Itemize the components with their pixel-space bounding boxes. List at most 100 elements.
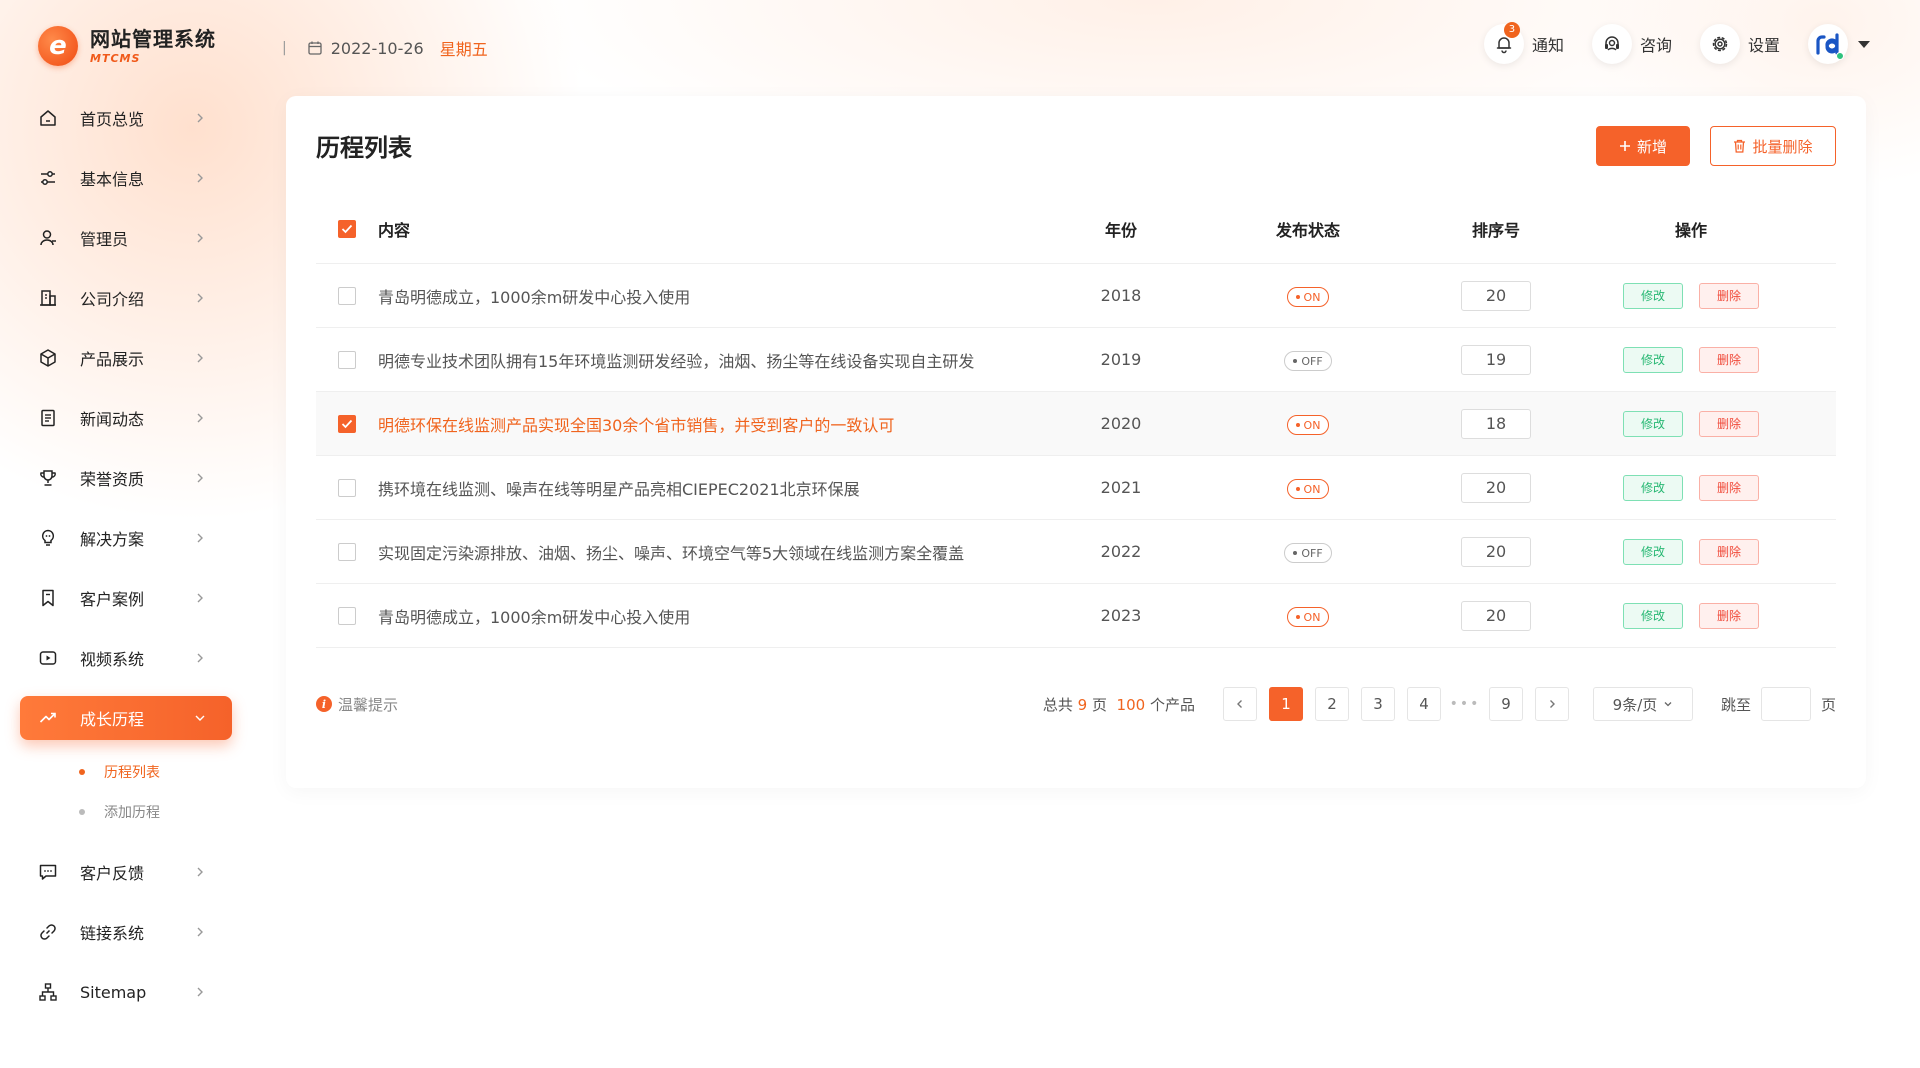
- chevron-down-icon: [195, 715, 205, 721]
- column-header-order: 排序号: [1471, 220, 1520, 240]
- order-input[interactable]: [1461, 408, 1531, 439]
- delete-button[interactable]: 删除: [1699, 474, 1759, 501]
- info-icon: i: [316, 696, 332, 712]
- table-row-selected: 明德环保在线监测产品实现全国30余个省市销售，并受到客户的一致认可 2020 O…: [316, 392, 1836, 456]
- next-page-button[interactable]: [1534, 687, 1569, 721]
- check-icon: [341, 419, 353, 428]
- tuning-icon: [41, 171, 55, 185]
- order-input[interactable]: [1461, 600, 1531, 631]
- jump-label: 跳至: [1720, 695, 1751, 714]
- settings-button[interactable]: 设置: [1699, 24, 1780, 64]
- chevron-down-icon: [1664, 702, 1672, 707]
- edit-button[interactable]: 修改: [1623, 282, 1683, 309]
- order-input[interactable]: [1461, 536, 1531, 567]
- jump-page-input[interactable]: [1760, 687, 1811, 721]
- edit-button[interactable]: 修改: [1623, 538, 1683, 565]
- user-menu[interactable]: [1808, 24, 1870, 64]
- sidebar-item-company[interactable]: 公司介绍: [20, 276, 232, 320]
- sidebar-subitem-history-list[interactable]: 历程列表: [20, 752, 232, 792]
- delete-button[interactable]: 删除: [1699, 410, 1759, 437]
- lightbulb-icon: [41, 529, 55, 546]
- batch-delete-label: 批量删除: [1752, 138, 1813, 156]
- sidebar-item-solutions[interactable]: 解决方案: [20, 516, 232, 560]
- sidebar-item-sitemap[interactable]: Sitemap: [20, 970, 232, 1014]
- page-button-1[interactable]: 1: [1268, 687, 1303, 721]
- status-toggle[interactable]: ON: [1286, 479, 1330, 499]
- order-input[interactable]: [1461, 280, 1531, 311]
- consult-button[interactable]: 咨询: [1591, 24, 1672, 64]
- delete-button[interactable]: 删除: [1699, 346, 1759, 373]
- row-content: 明德专业技术团队拥有15年环境监测研发经验，油烟、扬尘等在线设备实现自主研发: [378, 351, 975, 371]
- row-checkbox[interactable]: [338, 478, 356, 497]
- notify-button[interactable]: 3 通知: [1483, 22, 1564, 64]
- select-all-checkbox[interactable]: [338, 219, 356, 238]
- bullet-dot: [79, 809, 85, 815]
- sidebar-item-news[interactable]: 新闻动态: [20, 396, 232, 440]
- order-input[interactable]: [1461, 344, 1531, 375]
- row-checkbox[interactable]: [338, 606, 356, 625]
- sidebar-item-label: 客户反馈: [80, 864, 145, 883]
- edit-button[interactable]: 修改: [1623, 474, 1683, 501]
- sidebar-item-honors[interactable]: 荣誉资质: [20, 456, 232, 500]
- sidebar-submenu-growth: 历程列表 添加历程: [20, 752, 232, 832]
- row-year: 2019: [1100, 350, 1142, 369]
- page-button-3[interactable]: 3: [1360, 687, 1395, 721]
- chevron-right-icon: [197, 533, 203, 543]
- delete-button[interactable]: 删除: [1699, 602, 1759, 629]
- row-checkbox[interactable]: [338, 286, 356, 305]
- sidebar-item-admin[interactable]: 管理员: [20, 216, 232, 260]
- calendar-icon: [308, 41, 322, 55]
- sidebar-item-label: 客户案例: [80, 590, 145, 609]
- status-toggle[interactable]: ON: [1286, 607, 1330, 627]
- sidebar-item-label: 公司介绍: [80, 290, 145, 309]
- delete-button[interactable]: 删除: [1699, 538, 1759, 565]
- table-row: 青岛明德成立，1000余m研发中心投入使用 2023 ON 修改 删除: [316, 584, 1836, 648]
- sidebar-item-growth[interactable]: 成长历程: [20, 696, 232, 740]
- page-size-select[interactable]: 9条/页: [1592, 687, 1693, 721]
- current-date: 2022-10-26: [330, 38, 424, 58]
- batch-delete-button[interactable]: 批量删除: [1710, 126, 1836, 166]
- sidebar-item-cases[interactable]: 客户案例: [20, 576, 232, 620]
- sidebar-item-basic-info[interactable]: 基本信息: [20, 156, 232, 200]
- logo[interactable]: e 网站管理系统 MTCMS: [38, 22, 216, 70]
- sidebar-subitem-add-history[interactable]: 添加历程: [20, 792, 232, 832]
- page-button-4[interactable]: 4: [1406, 687, 1441, 721]
- edit-button[interactable]: 修改: [1623, 602, 1683, 629]
- sidebar-item-links[interactable]: 链接系统: [20, 910, 232, 954]
- row-checkbox[interactable]: [338, 350, 356, 369]
- column-header-ops: 操作: [1674, 220, 1707, 240]
- sidebar-item-home[interactable]: 首页总览: [20, 96, 232, 140]
- date-display: | 2022-10-26 星期五: [282, 36, 488, 60]
- tip-link[interactable]: i 温馨提示: [316, 694, 398, 715]
- status-toggle[interactable]: OFF: [1284, 543, 1332, 563]
- add-button[interactable]: 新增: [1596, 126, 1690, 166]
- pagination-ellipsis[interactable]: •••: [1447, 696, 1483, 712]
- delete-button[interactable]: 删除: [1699, 282, 1759, 309]
- logo-title: 网站管理系统: [90, 26, 216, 51]
- status-toggle[interactable]: OFF: [1284, 351, 1332, 371]
- sidebar-item-video[interactable]: 视频系统: [20, 636, 232, 680]
- page-button-2[interactable]: 2: [1314, 687, 1349, 721]
- status-toggle[interactable]: ON: [1286, 415, 1330, 435]
- sidebar-item-label: 链接系统: [80, 924, 145, 943]
- edit-button[interactable]: 修改: [1623, 410, 1683, 437]
- edit-button[interactable]: 修改: [1623, 346, 1683, 373]
- sidebar-item-products[interactable]: 产品展示: [20, 336, 232, 380]
- row-checkbox[interactable]: [338, 542, 356, 561]
- sidebar-item-feedback[interactable]: 客户反馈: [20, 850, 232, 894]
- sidebar: 首页总览 基本信息 管理员 公司介绍 产品展示 新闻动态 荣誉资质 解决方案 客: [20, 96, 232, 1030]
- row-checkbox[interactable]: [338, 414, 356, 433]
- order-input[interactable]: [1461, 472, 1531, 503]
- tip-label: 温馨提示: [338, 695, 399, 714]
- row-content: 实现固定污染源排放、油烟、扬尘、噪声、环境空气等5大领域在线监测方案全覆盖: [378, 543, 965, 563]
- table-header: 内容 年份 发布状态 排序号 操作: [316, 194, 1836, 264]
- status-toggle[interactable]: ON: [1286, 287, 1330, 307]
- video-icon: [39, 651, 57, 665]
- chevron-right-icon: [197, 413, 203, 423]
- pagination: 总共 9 页 100 个产品 1 2 3 4 ••• 9 9条/页 跳至 页: [1043, 687, 1836, 721]
- prev-page-button[interactable]: [1222, 687, 1257, 721]
- items-unit: 个产品: [1149, 695, 1195, 714]
- page-button-last[interactable]: 9: [1488, 687, 1523, 721]
- sidebar-item-label: Sitemap: [80, 982, 147, 1002]
- chevron-right-icon: [197, 927, 203, 937]
